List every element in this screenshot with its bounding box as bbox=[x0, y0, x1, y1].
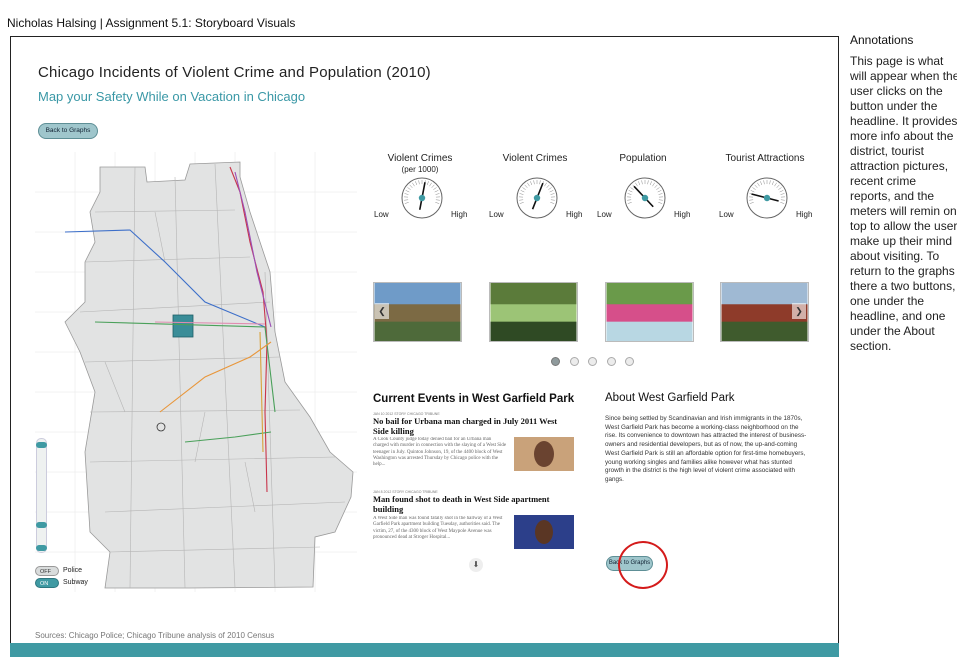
news-body: A West Side man was found fatally shot i… bbox=[373, 516, 503, 540]
back-to-graphs-button[interactable]: Back to Graphs bbox=[38, 123, 98, 139]
police-toggle[interactable]: OFF bbox=[35, 566, 59, 576]
gallery-page-dot[interactable] bbox=[569, 357, 579, 366]
subway-toggle-label: Subway bbox=[63, 579, 88, 586]
zoom-out-handle[interactable] bbox=[36, 545, 47, 551]
news-headline-link[interactable]: No bail for Urbana man charged in July 2… bbox=[373, 416, 563, 436]
photo-ground bbox=[721, 321, 808, 341]
photo-ground bbox=[374, 321, 461, 341]
meter-gauge bbox=[624, 177, 666, 219]
meter-hub bbox=[533, 194, 541, 202]
footer-bar bbox=[10, 643, 839, 657]
meter-high-label: High bbox=[796, 210, 813, 219]
selected-district-west-garfield-park[interactable] bbox=[172, 314, 194, 338]
meter-hub bbox=[763, 194, 771, 202]
page-title: Chicago Incidents of Violent Crime and P… bbox=[38, 64, 431, 81]
photo-ground bbox=[490, 321, 577, 341]
meter-high-label: High bbox=[566, 210, 583, 219]
photo-greenhouse-interior[interactable] bbox=[489, 282, 578, 342]
gallery-next-arrow-icon[interactable]: ❯ bbox=[792, 303, 806, 319]
meter-hub bbox=[418, 194, 426, 202]
page-subtitle: Map your Safety While on Vacation in Chi… bbox=[38, 89, 306, 104]
district-map[interactable] bbox=[35, 152, 357, 592]
news-headline-link[interactable]: Man found shot to death in West Side apa… bbox=[373, 494, 563, 514]
news-photo-suspect bbox=[514, 437, 574, 471]
news-photo-victim bbox=[514, 515, 574, 549]
meter-low-label: Low bbox=[719, 210, 734, 219]
annotations-body: This page is what will appear when the u… bbox=[850, 54, 957, 353]
subway-toggle[interactable]: ON bbox=[35, 578, 59, 588]
meter-high-label: High bbox=[674, 210, 691, 219]
photo-middle bbox=[490, 304, 577, 324]
meter-hub bbox=[641, 194, 649, 202]
gallery-prev-arrow-icon[interactable]: ❮ bbox=[375, 303, 389, 319]
photo-middle bbox=[606, 304, 693, 324]
gallery-page-dot[interactable] bbox=[551, 357, 560, 366]
highlight-circle bbox=[618, 541, 668, 589]
zoom-level-handle[interactable] bbox=[36, 522, 47, 528]
meter-title: Population bbox=[619, 153, 667, 164]
gallery-page-dot[interactable] bbox=[625, 357, 634, 366]
gallery-page-dot[interactable] bbox=[606, 357, 616, 366]
sources-note: Sources: Chicago Police; Chicago Tribune… bbox=[35, 631, 275, 640]
photo-ground bbox=[606, 321, 693, 341]
document-title: Nicholas Halsing | Assignment 5.1: Story… bbox=[7, 16, 296, 30]
meter-subtitle: (per 1000) bbox=[401, 165, 439, 174]
meter-title: Violent Crimes bbox=[387, 153, 453, 164]
news-body: A Cook County judge today denied bail fo… bbox=[373, 437, 507, 468]
news-more-arrow-icon[interactable]: ⬇ bbox=[469, 558, 483, 572]
zoom-in-handle[interactable] bbox=[36, 442, 47, 448]
police-toggle-label: Police bbox=[63, 567, 83, 574]
meter-low-label: Low bbox=[489, 210, 504, 219]
meter-gauge bbox=[746, 177, 788, 219]
gallery-page-dot[interactable] bbox=[588, 357, 597, 366]
meter-title: Violent Crimes bbox=[502, 153, 568, 164]
meter-gauge bbox=[401, 177, 443, 219]
about-body: Since being settled by Scandinavian and … bbox=[605, 415, 807, 483]
about-heading: About West Garfield Park bbox=[605, 392, 735, 404]
meter-title: Tourist Attractions bbox=[725, 153, 805, 164]
annotations-title: Annotations bbox=[850, 33, 914, 47]
news-heading: Current Events in West Garfield Park bbox=[373, 393, 575, 405]
meter-gauge bbox=[516, 177, 558, 219]
meter-high-label: High bbox=[451, 210, 468, 219]
zoom-slider[interactable] bbox=[36, 438, 47, 553]
meter-low-label: Low bbox=[597, 210, 612, 219]
photo-flower-garden[interactable] bbox=[605, 282, 694, 342]
meter-low-label: Low bbox=[374, 210, 389, 219]
